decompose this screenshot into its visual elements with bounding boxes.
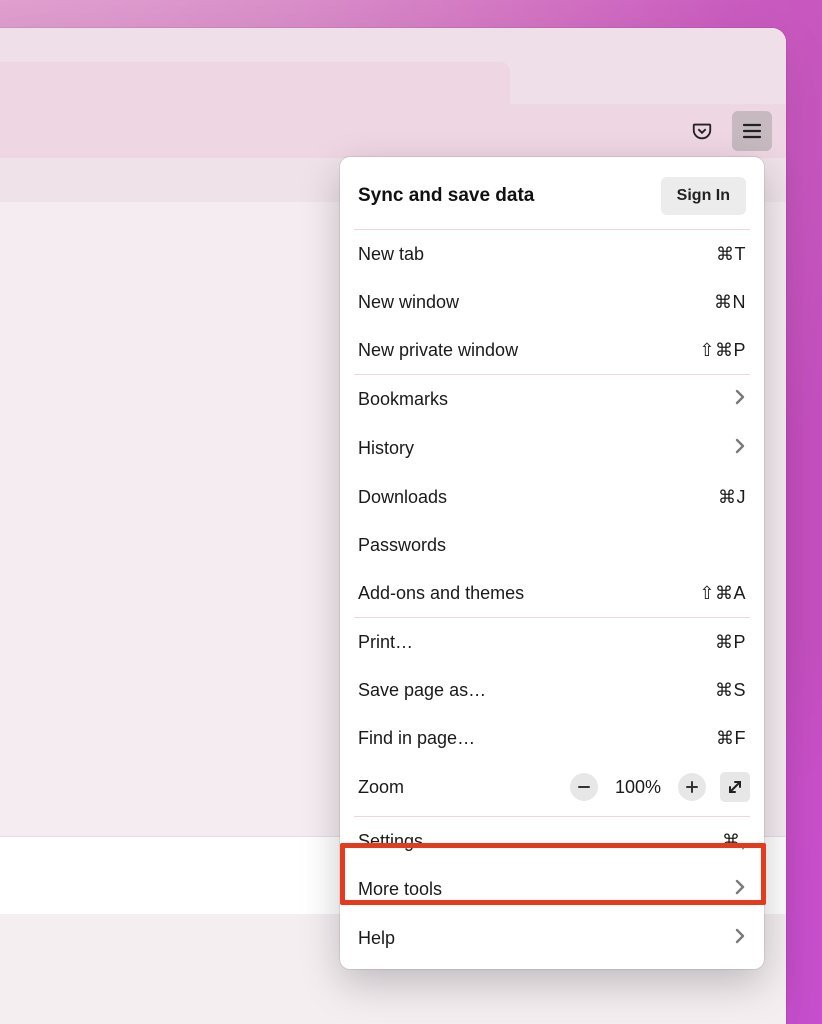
menu-item-more-tools[interactable]: More tools (340, 865, 764, 914)
menu-item-print[interactable]: Print… ⌘P (340, 618, 764, 666)
zoom-in-button[interactable] (678, 773, 706, 801)
menu-item-label: New window (358, 292, 459, 313)
chevron-right-icon (734, 388, 746, 411)
menu-item-zoom: Zoom 100% (340, 762, 764, 816)
sign-in-button[interactable]: Sign In (661, 177, 746, 215)
menu-item-shortcut: ⌘F (716, 728, 746, 749)
menu-item-new-window[interactable]: New window ⌘N (340, 278, 764, 326)
menu-item-label: Bookmarks (358, 389, 448, 410)
zoom-value: 100% (612, 777, 664, 798)
menu-item-save-page[interactable]: Save page as… ⌘S (340, 666, 764, 714)
sync-title: Sync and save data (358, 185, 534, 207)
chevron-right-icon (734, 927, 746, 950)
hamburger-icon (742, 122, 762, 140)
app-menu-button[interactable] (732, 111, 772, 151)
menu-item-label: New tab (358, 244, 424, 265)
tab-strip (0, 28, 786, 104)
menu-item-help[interactable]: Help (340, 914, 764, 963)
plus-icon (686, 781, 698, 793)
browser-toolbar (0, 104, 786, 158)
menu-item-downloads[interactable]: Downloads ⌘J (340, 473, 764, 521)
menu-item-label: History (358, 438, 414, 459)
menu-item-label: Downloads (358, 487, 447, 508)
menu-item-shortcut: ⌘N (714, 292, 746, 313)
menu-item-settings[interactable]: Settings ⌘, (340, 817, 764, 865)
menu-item-shortcut: ⌘P (715, 632, 746, 653)
menu-sync-header: Sync and save data Sign In (340, 165, 764, 229)
chevron-right-icon (734, 437, 746, 460)
menu-item-label: Print… (358, 632, 413, 653)
menu-item-label: Find in page… (358, 728, 475, 749)
menu-item-history[interactable]: History (340, 424, 764, 473)
menu-item-shortcut: ⇧⌘A (699, 583, 746, 604)
pocket-icon (691, 120, 713, 142)
menu-item-new-private-window[interactable]: New private window ⇧⌘P (340, 326, 764, 374)
menu-item-shortcut: ⇧⌘P (699, 340, 746, 361)
pocket-button[interactable] (682, 111, 722, 151)
menu-item-label: Add-ons and themes (358, 583, 524, 604)
menu-item-bookmarks[interactable]: Bookmarks (340, 375, 764, 424)
zoom-controls: 100% (570, 772, 750, 802)
chevron-right-icon (734, 878, 746, 901)
active-tab[interactable] (0, 62, 510, 104)
desktop-background: Sync and save data Sign In New tab ⌘T Ne… (0, 0, 822, 1024)
menu-item-shortcut: ⌘, (722, 831, 746, 852)
menu-item-addons[interactable]: Add-ons and themes ⇧⌘A (340, 569, 764, 617)
menu-item-label: Settings (358, 831, 423, 852)
menu-item-new-tab[interactable]: New tab ⌘T (340, 230, 764, 278)
menu-item-shortcut: ⌘J (718, 487, 746, 508)
fullscreen-button[interactable] (720, 772, 750, 802)
menu-item-find[interactable]: Find in page… ⌘F (340, 714, 764, 762)
menu-item-label: New private window (358, 340, 518, 361)
menu-item-passwords[interactable]: Passwords (340, 521, 764, 569)
zoom-out-button[interactable] (570, 773, 598, 801)
menu-item-label: Save page as… (358, 680, 486, 701)
menu-item-shortcut: ⌘S (715, 680, 746, 701)
menu-item-shortcut: ⌘T (716, 244, 746, 265)
fullscreen-icon (727, 779, 743, 795)
minus-icon (578, 781, 590, 793)
menu-item-label: Help (358, 928, 395, 949)
app-menu: Sync and save data Sign In New tab ⌘T Ne… (340, 157, 764, 969)
menu-item-label: Passwords (358, 535, 446, 556)
menu-item-label: More tools (358, 879, 442, 900)
menu-item-label: Zoom (358, 777, 404, 798)
